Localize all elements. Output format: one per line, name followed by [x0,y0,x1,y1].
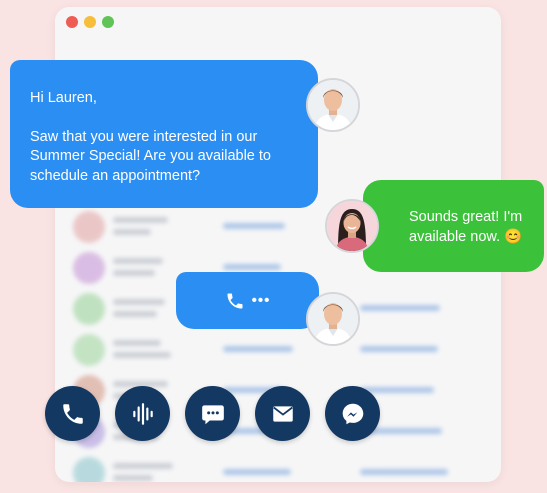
customer-message-bubble: Sounds great! I'm available now. 😊 [363,180,544,272]
sms-chat-icon [201,404,224,424]
email-button[interactable] [255,386,310,441]
blurred-contact-row [55,453,501,482]
message-greeting: Hi Lauren, [30,90,97,106]
message-line: Summer Special! Are you available to [30,148,271,164]
phone-icon [62,403,83,424]
blurred-contact-row [55,330,501,371]
agent-avatar [306,78,360,132]
maximize-window-button[interactable] [102,16,114,28]
voice-waveform-icon [132,402,153,425]
email-envelope-icon [272,405,293,422]
call-dots: ••• [251,292,271,309]
call-button[interactable] [45,386,100,441]
message-line: Sounds great! I'm [409,209,523,225]
agent-avatar [306,292,360,346]
message-line: schedule an appointment? [30,167,201,184]
channel-buttons [45,386,380,441]
message-line: available now. 😊 [409,228,523,245]
voice-message-button[interactable] [115,386,170,441]
phone-icon [227,293,243,308]
messenger-icon [342,403,363,424]
messenger-button[interactable] [325,386,380,441]
agent-message-bubble: Hi Lauren, Saw that you were interested … [10,60,318,208]
sms-button[interactable] [185,386,240,441]
customer-avatar [325,199,379,253]
minimize-window-button[interactable] [84,16,96,28]
close-window-button[interactable] [66,16,78,28]
message-line: Saw that you were interested in our [30,128,258,145]
agent-call-bubble: ••• [176,272,319,329]
window-controls [66,16,114,28]
